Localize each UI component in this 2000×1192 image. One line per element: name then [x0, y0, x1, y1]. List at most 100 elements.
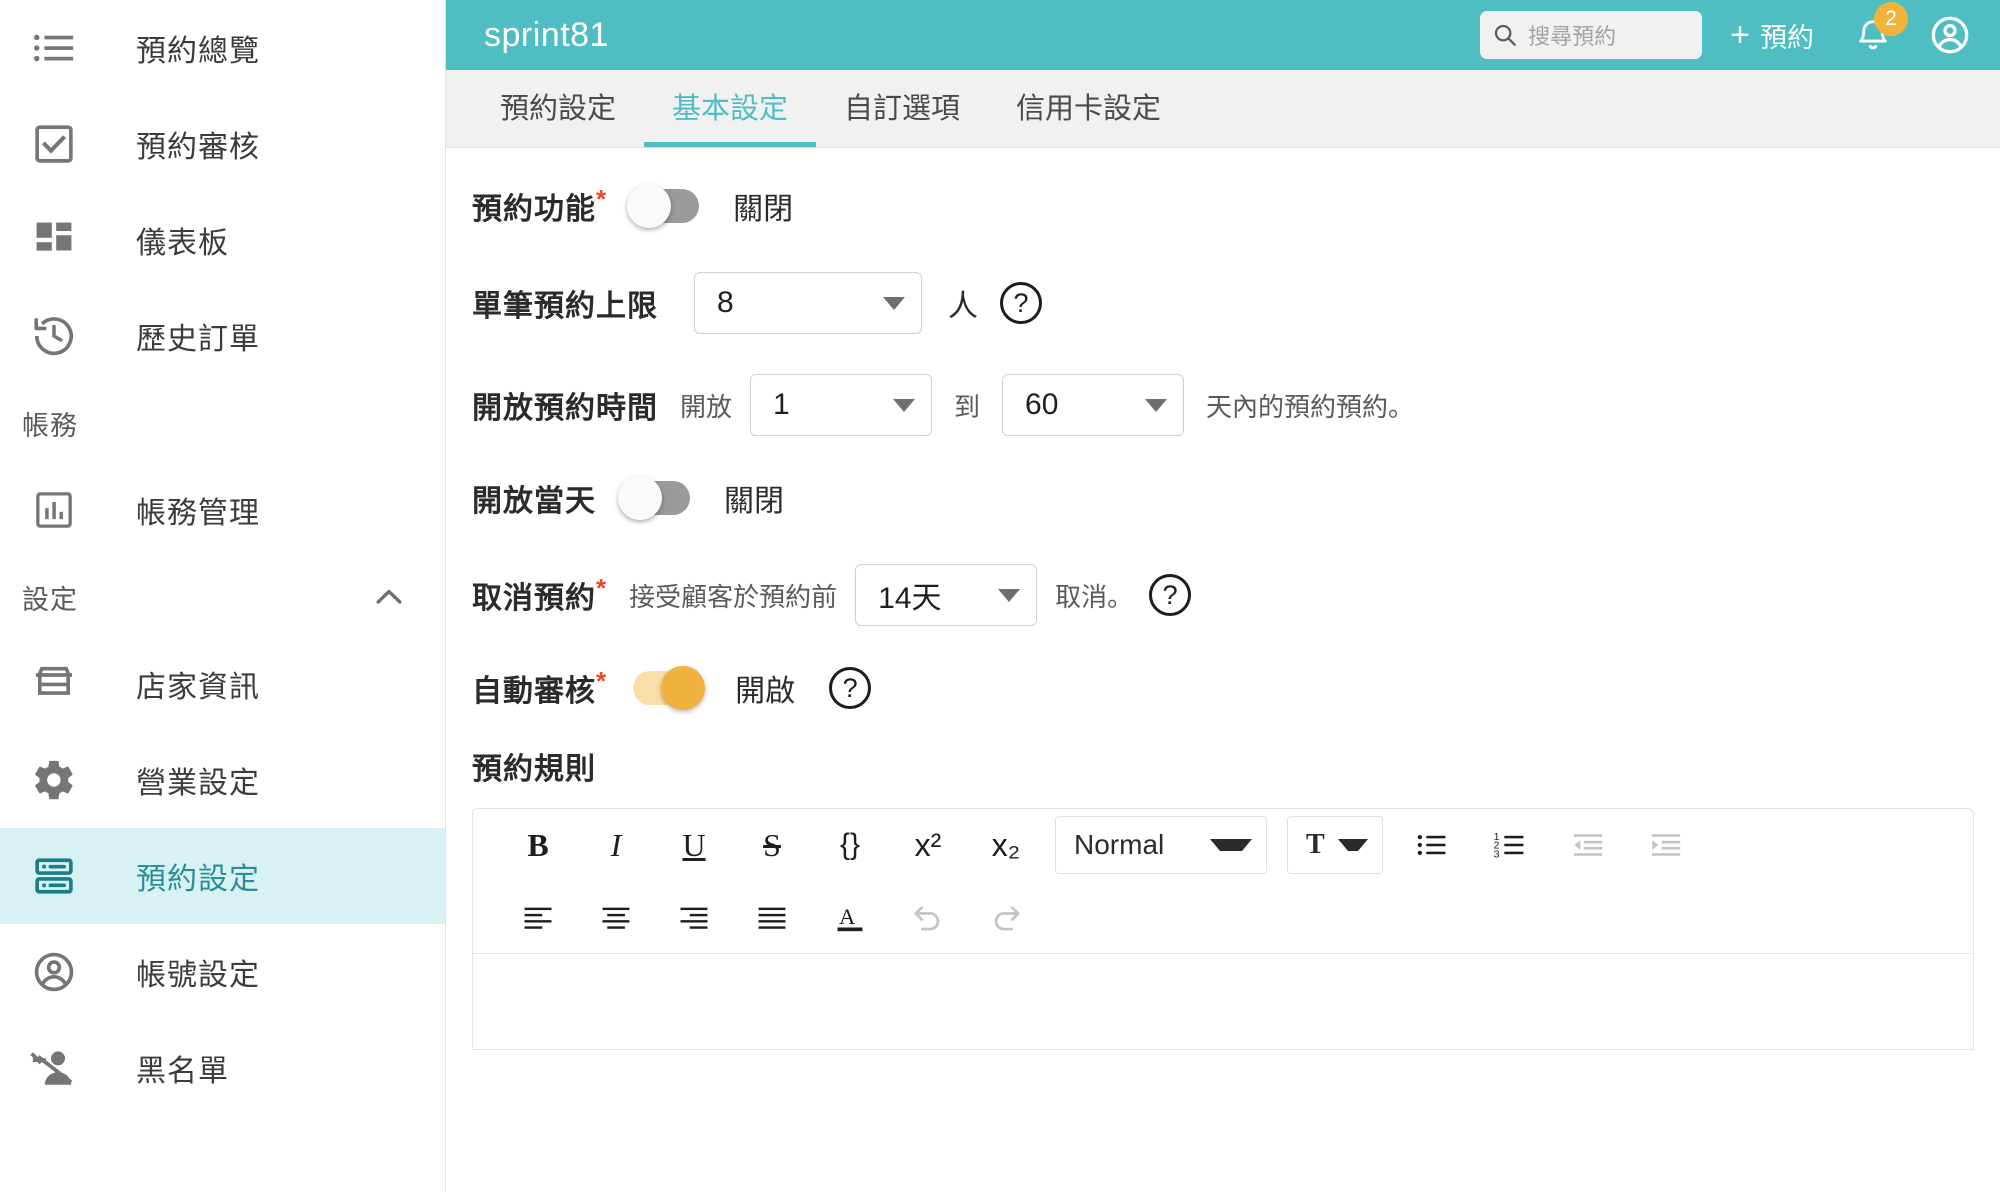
app-root: 預約總覽 預約審核 儀表板 歷史訂單 帳務 帳務管理 設定 店家資訊 營業設定 …: [0, 0, 2000, 1192]
tab-reservation-settings[interactable]: 預約設定: [472, 70, 644, 147]
subscript-button[interactable]: x₂: [967, 814, 1045, 876]
sidebar-item-booking-overview[interactable]: 預約總覽: [0, 0, 445, 96]
font-color-select[interactable]: T: [1287, 816, 1383, 874]
sidebar-item-booking-review[interactable]: 預約審核: [0, 96, 445, 192]
paragraph-format-select[interactable]: Normal: [1055, 816, 1267, 874]
field-label: 單筆預約上限: [472, 290, 658, 323]
align-justify-button[interactable]: [733, 886, 811, 948]
sidebar-item-store-info[interactable]: 店家資訊: [0, 636, 445, 732]
app-brand-title: sprint81: [484, 15, 609, 54]
chevron-down-icon: [883, 296, 905, 310]
field-label: 開放當天: [472, 485, 596, 518]
tab-credit-card-settings[interactable]: 信用卡設定: [988, 70, 1189, 147]
field-auto-review: 自動審核* 開啟 ?: [472, 666, 2000, 710]
main-area: sprint81 搜尋預約 + 預約 2 預約設定 基本設定 自訂選項 信用卡設…: [446, 0, 2000, 1192]
topbar-actions: 搜尋預約 + 預約 2: [1480, 2, 1978, 59]
search-icon: [1492, 22, 1518, 48]
text-color-button[interactable]: A: [811, 886, 889, 948]
search-input[interactable]: 搜尋預約: [1480, 11, 1703, 59]
italic-button[interactable]: I: [577, 814, 655, 876]
required-asterisk: *: [596, 666, 608, 696]
max-per-booking-select[interactable]: 8: [694, 272, 922, 334]
sidebar-group-label: 設定: [22, 584, 78, 615]
sidebar-group-accounting: 帳務: [0, 384, 445, 462]
max-per-booking-help-icon[interactable]: ?: [1000, 282, 1042, 324]
select-value: 8: [717, 286, 734, 319]
sidebar-group-settings[interactable]: 設定: [0, 558, 445, 636]
auto-review-help-icon[interactable]: ?: [829, 667, 872, 709]
editor-toolbar-row-2: A: [473, 881, 1973, 953]
sidebar-item-accounting-management[interactable]: 帳務管理: [0, 462, 445, 558]
superscript-button[interactable]: x²: [889, 814, 967, 876]
align-left-button[interactable]: [499, 886, 577, 948]
sidebar-item-label: 黑名單: [136, 1055, 229, 1088]
sidebar: 預約總覽 預約審核 儀表板 歷史訂單 帳務 帳務管理 設定 店家資訊 營業設定 …: [0, 0, 446, 1192]
svg-text:3: 3: [1494, 850, 1500, 861]
open-same-day-toggle[interactable]: [618, 476, 690, 520]
plus-icon: +: [1730, 16, 1750, 54]
field-max-per-booking: 單筆預約上限 8 人 ?: [472, 272, 2000, 334]
redo-button[interactable]: [967, 886, 1045, 948]
reservation-settings-icon: [22, 844, 86, 908]
add-booking-button[interactable]: + 預約: [1730, 16, 1814, 55]
sidebar-item-business-settings[interactable]: 營業設定: [0, 732, 445, 828]
open-period-between: 到: [954, 391, 981, 422]
settings-tabs: 預約設定 基本設定 自訂選項 信用卡設定: [446, 70, 2000, 148]
account-circle-icon: [22, 940, 86, 1004]
cancel-booking-prefix: 接受顧客於預約前: [629, 581, 838, 612]
bullet-list-button[interactable]: [1393, 814, 1471, 876]
required-asterisk: *: [596, 573, 608, 603]
code-block-button[interactable]: {}: [811, 814, 889, 876]
sidebar-item-label: 預約總覽: [136, 35, 260, 68]
numbered-list-button[interactable]: 1 2 3: [1471, 814, 1549, 876]
sidebar-item-label: 預約審核: [136, 131, 260, 164]
chart-bar-icon: [22, 478, 86, 542]
editor-toolbar-row-1: B I U S {} x² x₂ Normal T 1 2 3: [473, 809, 1973, 881]
sidebar-item-label: 歷史訂單: [136, 323, 260, 356]
open-period-to-select[interactable]: 60: [1002, 374, 1185, 436]
chevron-down-icon: [1210, 839, 1252, 851]
tab-custom-options[interactable]: 自訂選項: [816, 70, 988, 147]
tab-basic-settings[interactable]: 基本設定: [644, 70, 817, 147]
strikethrough-button[interactable]: S: [733, 814, 811, 876]
cancel-booking-select[interactable]: 14天: [855, 564, 1038, 626]
align-center-button[interactable]: [577, 886, 655, 948]
cancel-booking-suffix: 取消。: [1055, 581, 1134, 612]
field-label: 取消預約*: [472, 573, 608, 615]
store-icon: [22, 652, 86, 716]
sidebar-group-label: 帳務: [22, 410, 78, 441]
chevron-down-icon: [893, 398, 916, 412]
open-period-from-select[interactable]: 1: [750, 374, 933, 436]
undo-button[interactable]: [889, 886, 967, 948]
chevron-down-icon: [998, 588, 1021, 602]
sidebar-item-account-settings[interactable]: 帳號設定: [0, 924, 445, 1020]
sidebar-item-label: 帳務管理: [136, 497, 260, 530]
select-value: 1: [773, 388, 790, 421]
field-label: 開放預約時間: [472, 392, 658, 425]
underline-button[interactable]: U: [655, 814, 733, 876]
sidebar-item-blacklist[interactable]: 黑名單: [0, 1020, 445, 1116]
editor-content-area[interactable]: [473, 953, 1973, 1049]
sidebar-item-dashboard[interactable]: 儀表板: [0, 192, 445, 288]
outdent-button[interactable]: [1549, 814, 1627, 876]
sidebar-item-order-history[interactable]: 歷史訂單: [0, 288, 445, 384]
notifications-button[interactable]: 2: [1854, 2, 1908, 54]
cancel-booking-help-icon[interactable]: ?: [1149, 574, 1192, 616]
select-value: 60: [1025, 388, 1059, 421]
account-circle-icon: [1928, 13, 1972, 57]
account-button[interactable]: [1928, 13, 1972, 57]
booking-feature-toggle[interactable]: [627, 184, 700, 228]
select-value: Normal: [1074, 829, 1165, 860]
open-same-day-state: 關閉: [724, 485, 784, 518]
sidebar-item-label: 預約設定: [136, 863, 260, 896]
chevron-up-icon[interactable]: [369, 577, 409, 617]
settings-form: 預約功能* 關閉 單筆預約上限 8 人 ? 開放預約時間 開放 1 到 60 天…: [446, 148, 2000, 1050]
sidebar-item-reservation-settings[interactable]: 預約設定: [0, 828, 445, 924]
notification-count-badge: 2: [1874, 2, 1908, 36]
indent-button[interactable]: [1627, 814, 1705, 876]
select-value: 14天: [878, 582, 942, 615]
gear-icon: [22, 748, 86, 812]
bold-button[interactable]: B: [499, 814, 577, 876]
auto-review-toggle[interactable]: [633, 666, 706, 710]
align-right-button[interactable]: [655, 886, 733, 948]
